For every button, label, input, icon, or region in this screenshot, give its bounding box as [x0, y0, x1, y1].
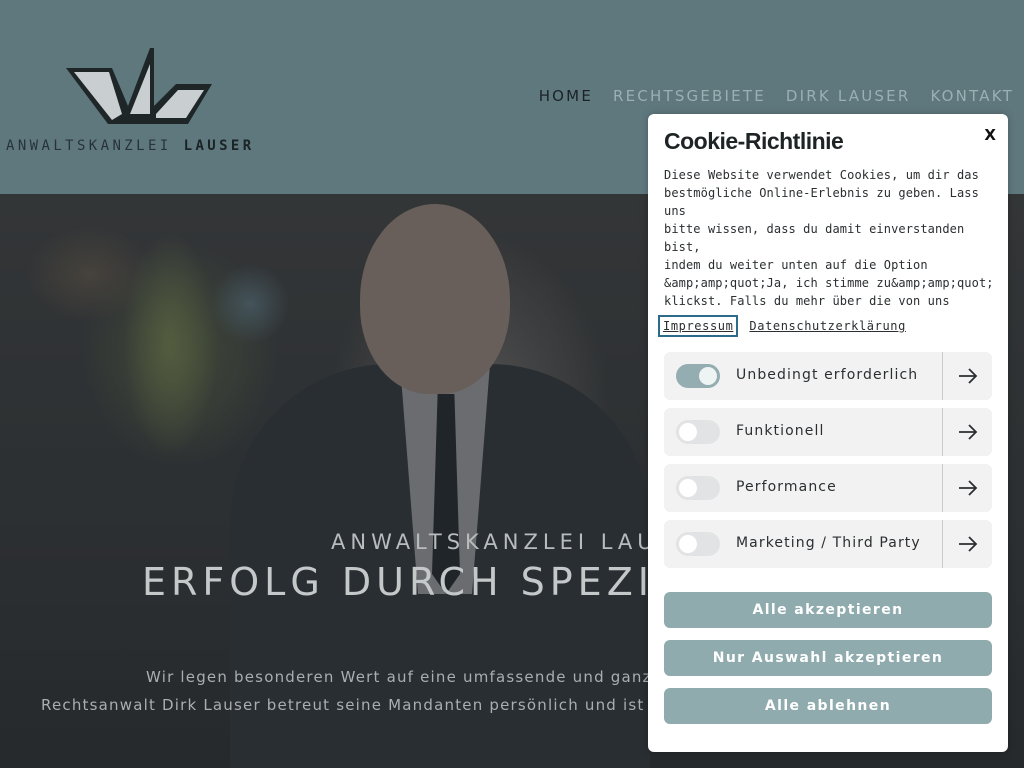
cookie-links: Impressum Datenschutzerklärung: [657, 315, 909, 337]
expand-marketing-button[interactable]: [943, 520, 992, 568]
category-row-functional: Funktionell: [664, 408, 992, 456]
nav-rechtsgebiete[interactable]: RECHTSGEBIETE: [613, 87, 766, 105]
toggle-knob: [699, 367, 717, 385]
toggle-knob: [679, 479, 697, 497]
reject-all-button[interactable]: Alle ablehnen: [664, 688, 992, 724]
hero-text-line-2: Rechtsanwalt Dirk Lauser betreut seine M…: [41, 696, 708, 714]
toggle-functional[interactable]: [676, 420, 720, 444]
site-logo[interactable]: ANWALTSKANZLEI LAUSER: [0, 40, 290, 160]
nav-home[interactable]: HOME: [539, 87, 593, 105]
arrow-right-icon: [958, 480, 977, 496]
category-label: Funktionell: [736, 423, 825, 439]
toggle-marketing[interactable]: [676, 532, 720, 556]
category-row-marketing: Marketing / Third Party: [664, 520, 992, 568]
logo-word-lauser: LAUSER: [183, 138, 255, 154]
category-label: Marketing / Third Party: [736, 535, 921, 551]
expand-performance-button[interactable]: [943, 464, 992, 512]
category-label: Performance: [736, 479, 837, 495]
lauser-logo-icon: [66, 48, 212, 124]
hero-text-line-1: Wir legen besonderen Wert auf eine umfas…: [146, 668, 727, 686]
toggle-necessary[interactable]: [676, 364, 720, 388]
main-nav: HOME RECHTSGEBIETE DIRK LAUSER KONTAKT: [539, 87, 1014, 105]
arrow-right-icon: [958, 536, 977, 552]
accept-all-button[interactable]: Alle akzeptieren: [664, 592, 992, 628]
datenschutz-link[interactable]: Datenschutzerklärung: [746, 317, 909, 335]
nav-kontakt[interactable]: KONTAKT: [930, 87, 1014, 105]
close-button[interactable]: X: [984, 124, 996, 146]
expand-functional-button[interactable]: [943, 408, 992, 456]
logo-word-anwaltskanzlei: ANWALTSKANZLEI: [6, 138, 172, 154]
impressum-link[interactable]: Impressum: [657, 315, 739, 337]
category-label: Unbedingt erforderlich: [736, 367, 919, 383]
arrow-right-icon: [958, 424, 977, 440]
toggle-knob: [679, 535, 697, 553]
arrow-right-icon: [958, 368, 977, 384]
category-row-necessary: Unbedingt erforderlich: [664, 352, 992, 400]
toggle-knob: [679, 423, 697, 441]
cookie-dialog-title: Cookie-Richtlinie: [664, 128, 844, 154]
expand-necessary-button[interactable]: [943, 352, 992, 400]
nav-dirk-lauser[interactable]: DIRK LAUSER: [786, 87, 911, 105]
cookie-dialog: Cookie-Richtlinie X Diese Website verwen…: [648, 114, 1008, 752]
accept-selection-button[interactable]: Nur Auswahl akzeptieren: [664, 640, 992, 676]
cookie-description[interactable]: Diese Website verwendet Cookies, um dir …: [664, 166, 994, 308]
logo-wordmark: ANWALTSKANZLEI LAUSER: [6, 138, 255, 154]
toggle-performance[interactable]: [676, 476, 720, 500]
category-row-performance: Performance: [664, 464, 992, 512]
